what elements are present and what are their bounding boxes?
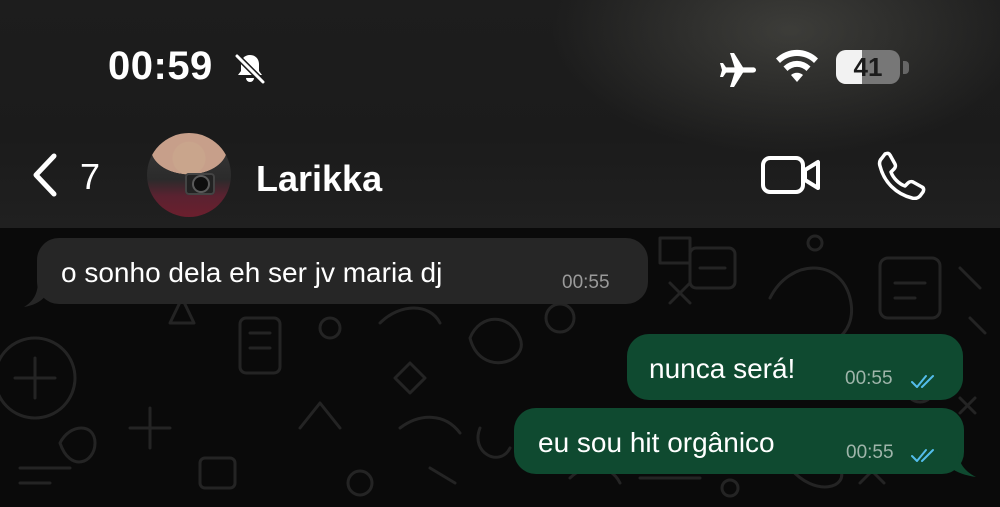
message-text: nunca será!	[649, 353, 796, 384]
battery-percent: 41	[853, 51, 883, 82]
message-text: eu sou hit orgânico	[538, 427, 775, 458]
top-bar: 00:59 41 7 Larikka	[0, 0, 1000, 228]
chevron-left-icon[interactable]	[28, 152, 62, 198]
contact-name[interactable]: Larikka	[256, 158, 382, 200]
chat-header: 7 Larikka	[0, 120, 1000, 228]
bell-slash-icon	[234, 53, 266, 85]
battery-icon: 41	[836, 50, 900, 84]
message-time: 00:55	[845, 368, 893, 389]
message-time: 00:55	[562, 272, 610, 293]
outgoing-message[interactable]: nunca será! 00:55	[627, 334, 963, 400]
battery-tip	[903, 61, 909, 74]
phone-icon[interactable]	[876, 150, 928, 200]
double-check-icon	[911, 375, 934, 388]
outgoing-message[interactable]: eu sou hit orgânico 00:55	[514, 408, 964, 474]
message-time: 00:55	[846, 442, 894, 463]
avatar-lens	[194, 177, 208, 191]
status-time: 00:59	[108, 44, 213, 88]
double-check-icon	[911, 449, 934, 462]
status-bar: 00:59 41	[0, 0, 1000, 120]
airplane-icon	[720, 53, 756, 87]
contact-avatar[interactable]	[147, 133, 231, 217]
wifi-icon	[776, 49, 818, 82]
outgoing-bubble-tail	[940, 450, 976, 477]
chat-area[interactable]: o sonho dela eh ser jv maria dj 00:55 nu…	[0, 228, 1000, 507]
message-text: o sonho dela eh ser jv maria dj	[61, 257, 443, 288]
back-unread-count[interactable]: 7	[80, 156, 100, 198]
video-camera-icon[interactable]	[760, 153, 822, 197]
incoming-message[interactable]: o sonho dela eh ser jv maria dj 00:55	[37, 238, 648, 304]
